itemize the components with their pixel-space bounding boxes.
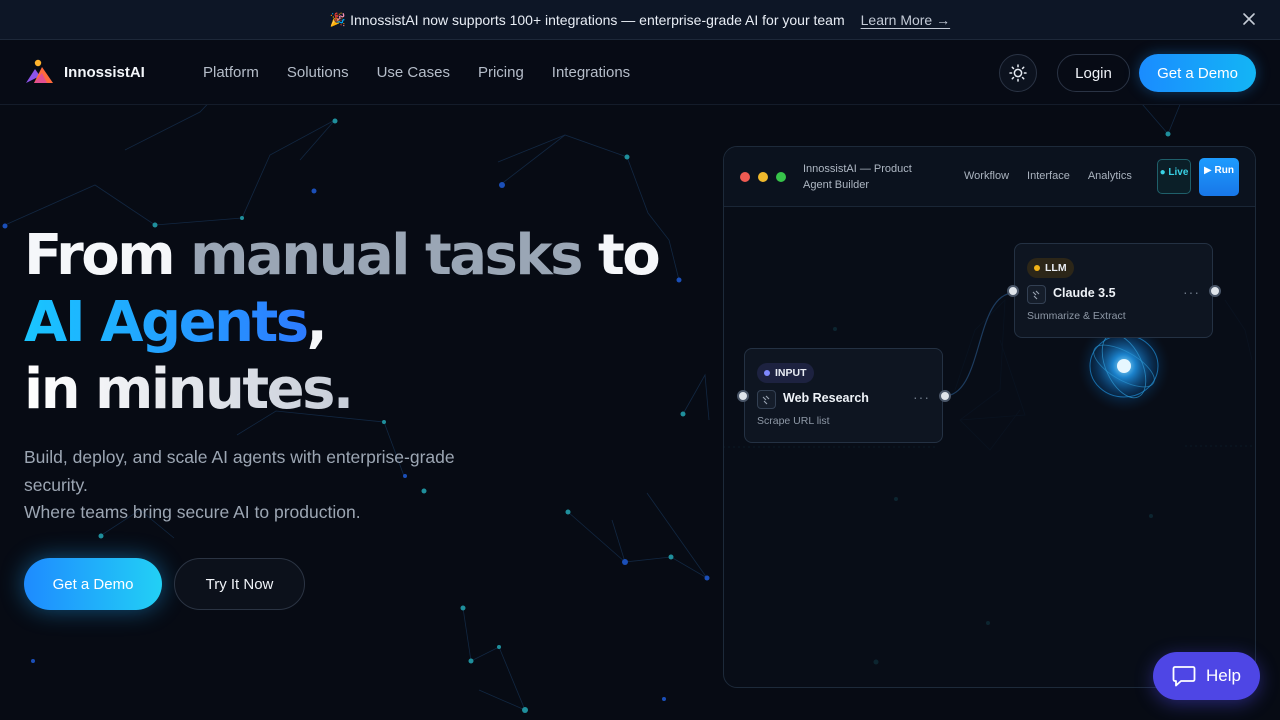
llm-node-name: Claude 3.5 <box>1053 286 1116 300</box>
tab-interface[interactable]: Interface <box>1027 170 1070 182</box>
announcement-text: InnossistAI now supports 100+ integratio… <box>350 11 845 28</box>
llm-node-menu-icon[interactable]: ··· <box>1183 284 1200 300</box>
tab-workflow[interactable]: Workflow <box>964 170 1009 182</box>
run-button[interactable]: ▶ Run <box>1199 158 1239 196</box>
hero-line-2: AI Agents, <box>24 289 658 356</box>
nav-links: Platform Solutions Use Cases Pricing Int… <box>203 64 658 81</box>
hero-subtitle-line-2: Where teams bring secure AI to productio… <box>24 502 361 522</box>
llm-node-right-port[interactable] <box>1209 285 1221 297</box>
sun-icon <box>1009 64 1027 82</box>
chat-bubble-icon <box>1172 666 1196 687</box>
get-demo-button-nav[interactable]: Get a Demo <box>1139 54 1256 92</box>
hero-word-to: to <box>597 223 661 288</box>
input-node-menu-icon[interactable]: ··· <box>913 389 930 405</box>
window-maximize-dot[interactable] <box>776 172 786 182</box>
logo-icon <box>26 59 53 83</box>
link-icon <box>1027 285 1046 304</box>
learn-more-link[interactable]: Learn More → <box>861 12 950 28</box>
hero-line-1: From manual tasks to <box>24 222 661 289</box>
input-node-name: Web Research <box>783 391 869 405</box>
nav-link-integrations[interactable]: Integrations <box>552 64 630 81</box>
llm-node[interactable]: LLM Claude 3.5 Summarize & Extract ··· <box>1014 243 1213 338</box>
help-chat-button[interactable]: Help <box>1153 652 1260 700</box>
hero-comma: , <box>306 290 328 355</box>
hero-word-in-minutes: in minutes. <box>24 357 354 422</box>
window-close-dot[interactable] <box>740 172 750 182</box>
brand-logo[interactable]: InnossistAI <box>25 59 145 85</box>
builder-tabs: Workflow Interface Analytics <box>964 170 1150 182</box>
nav-link-use-cases[interactable]: Use Cases <box>377 64 450 81</box>
hero-headline: From manual tasks to AI Agents, in minut… <box>24 222 661 423</box>
get-demo-button-hero[interactable]: Get a Demo <box>24 558 162 610</box>
input-node-left-port[interactable] <box>737 390 749 402</box>
live-status-badge: ● Live <box>1157 159 1191 194</box>
input-node[interactable]: INPUT Web Research Scrape URL list ··· <box>744 348 943 443</box>
workflow-canvas[interactable]: INPUT Web Research Scrape URL list ··· L… <box>724 208 1255 687</box>
builder-header: InnossistAI — Product Agent Builder Work… <box>724 147 1255 207</box>
close-icon[interactable] <box>1240 10 1258 28</box>
party-popper-icon: 🎉 <box>329 11 347 27</box>
nav-link-pricing[interactable]: Pricing <box>478 64 524 81</box>
agent-builder-panel: InnossistAI — Product Agent Builder Work… <box>723 146 1256 688</box>
input-node-desc: Scrape URL list <box>757 415 830 427</box>
try-it-now-button[interactable]: Try It Now <box>174 558 305 610</box>
announcement-bar: 🎉 InnossistAI now supports 100+ integrat… <box>0 0 1280 40</box>
theme-toggle-button[interactable] <box>999 54 1037 92</box>
hero-word-from: From <box>24 223 176 288</box>
input-node-right-port[interactable] <box>939 390 951 402</box>
nav-link-platform[interactable]: Platform <box>203 64 259 81</box>
login-button[interactable]: Login <box>1057 54 1130 92</box>
llm-node-desc: Summarize & Extract <box>1027 310 1126 322</box>
hero-line-3: in minutes. <box>24 356 658 423</box>
link-icon <box>757 390 776 409</box>
hero-subtitle-line-1: Build, deploy, and scale AI agents with … <box>24 447 455 495</box>
brand-name: InnossistAI <box>64 63 145 81</box>
hero-subtitle: Build, deploy, and scale AI agents with … <box>24 444 494 527</box>
help-label: Help <box>1206 666 1241 685</box>
hero-word-ai-agents: AI Agents <box>24 290 309 355</box>
llm-tag: LLM <box>1027 258 1074 278</box>
main-navbar: InnossistAI Platform Solutions Use Cases… <box>0 41 1280 105</box>
hero-word-manual-tasks: manual tasks <box>190 223 583 288</box>
builder-title: InnossistAI — Product Agent Builder <box>803 163 912 191</box>
nav-link-solutions[interactable]: Solutions <box>287 64 349 81</box>
tab-analytics[interactable]: Analytics <box>1088 170 1132 182</box>
window-minimize-dot[interactable] <box>758 172 768 182</box>
input-tag: INPUT <box>757 363 814 383</box>
llm-node-left-port[interactable] <box>1007 285 1019 297</box>
